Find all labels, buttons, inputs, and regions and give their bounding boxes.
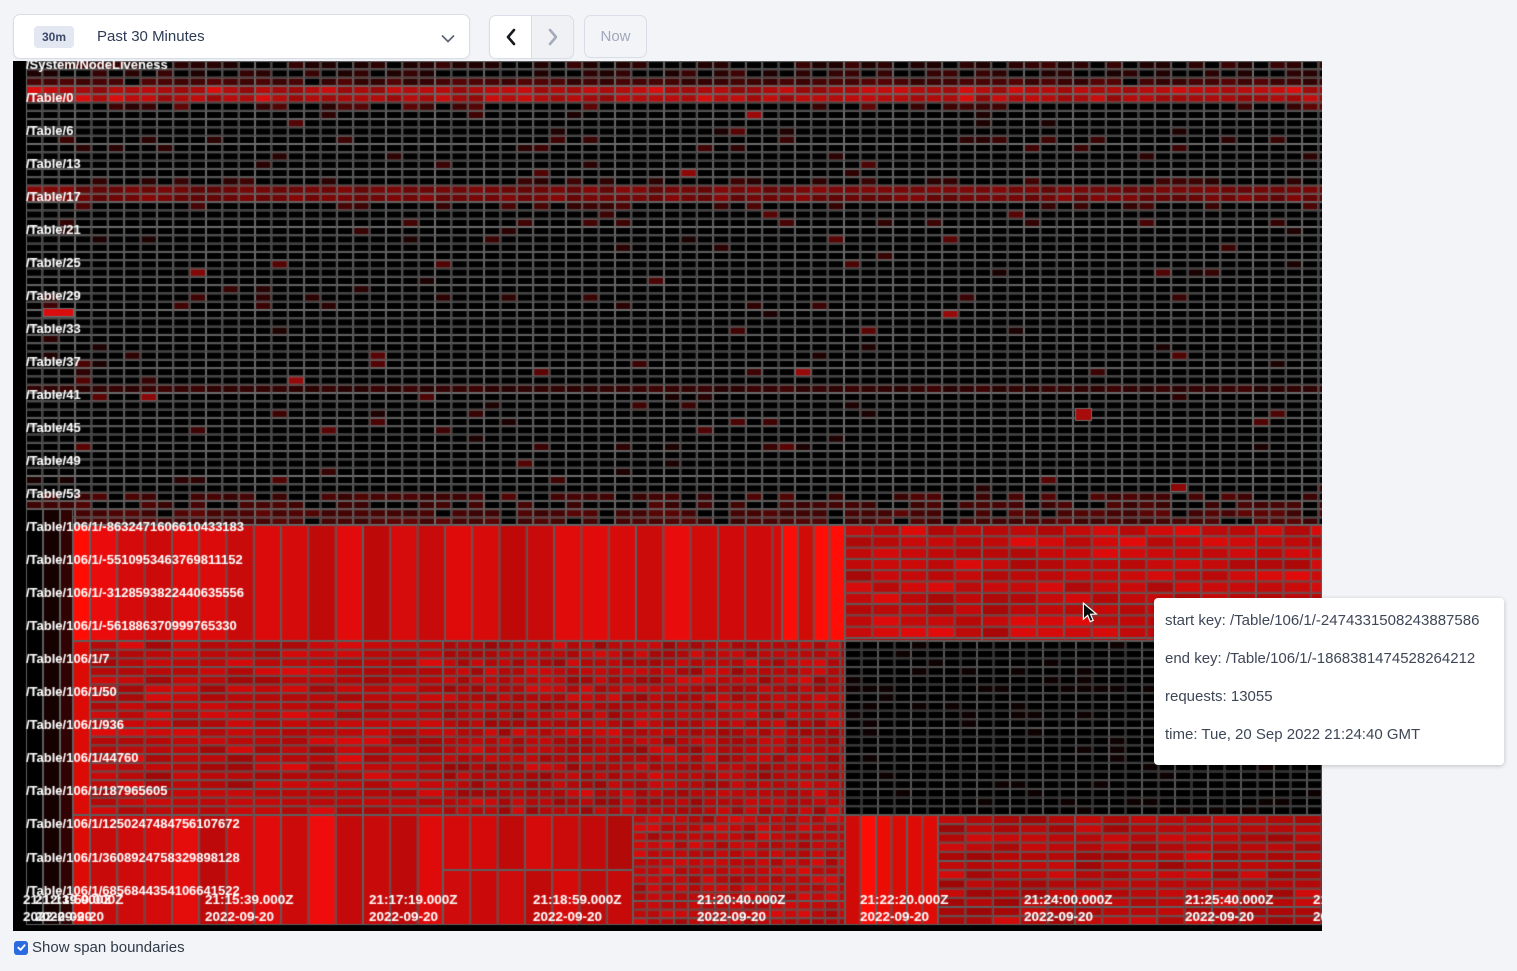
tooltip-requests: requests: 13055 [1165, 688, 1496, 705]
check-icon [16, 942, 27, 953]
mouse-cursor [1082, 602, 1098, 624]
key-visualizer-heatmap[interactable] [13, 61, 1322, 931]
next-button[interactable] [532, 16, 573, 58]
chevron-right-icon [547, 28, 559, 46]
key-visualizer-page: 30m Past 30 Minutes Now start key: /Tabl… [0, 0, 1517, 971]
show-span-boundaries-label: Show span boundaries [32, 939, 185, 956]
time-nav-group [489, 15, 574, 59]
footer-controls: Show span boundaries [14, 939, 185, 956]
time-range-badge: 30m [34, 26, 74, 48]
chevron-left-icon [505, 28, 517, 46]
tooltip-time: time: Tue, 20 Sep 2022 21:24:40 GMT [1165, 726, 1496, 743]
show-span-boundaries-checkbox[interactable] [14, 941, 28, 955]
prev-button[interactable] [490, 16, 532, 58]
tooltip-start-key: start key: /Table/106/1/-247433150824388… [1165, 612, 1496, 629]
now-button[interactable]: Now [584, 15, 647, 58]
chevron-down-icon [441, 34, 455, 43]
hover-tooltip: start key: /Table/106/1/-247433150824388… [1154, 598, 1504, 765]
tooltip-end-key: end key: /Table/106/1/-18683814745282642… [1165, 650, 1496, 667]
time-range-dropdown[interactable]: 30m Past 30 Minutes [13, 14, 470, 59]
time-range-label: Past 30 Minutes [97, 28, 205, 45]
